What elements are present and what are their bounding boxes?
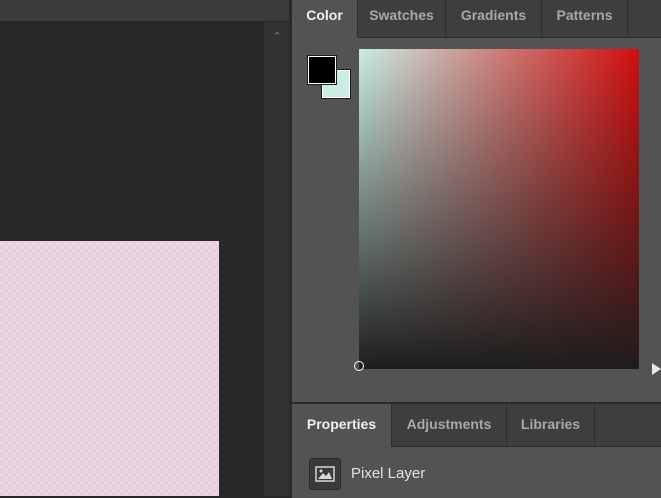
- color-panel: Color Swatches Gradients Patterns: [292, 0, 661, 402]
- tab-gradients[interactable]: Gradients: [446, 0, 542, 37]
- tab-properties[interactable]: Properties: [292, 404, 392, 447]
- color-picker-marker[interactable]: [354, 361, 364, 371]
- document-canvas[interactable]: [0, 241, 219, 496]
- chevron-up-icon[interactable]: ⌃: [264, 30, 290, 44]
- pixel-layer-icon: [309, 458, 341, 490]
- color-picker-field[interactable]: [359, 49, 639, 369]
- color-panel-tabbar: Color Swatches Gradients Patterns: [292, 0, 661, 38]
- foreground-color-swatch[interactable]: [307, 55, 337, 85]
- tab-patterns[interactable]: Patterns: [542, 0, 628, 37]
- image-icon: [315, 466, 335, 482]
- properties-panel: Properties Adjustments Libraries Pixel L…: [292, 402, 661, 498]
- tab-adjustments[interactable]: Adjustments: [392, 404, 507, 446]
- tab-color[interactable]: Color: [292, 0, 358, 38]
- tab-swatches[interactable]: Swatches: [358, 0, 446, 37]
- vertical-scrollbar[interactable]: ⌃: [263, 22, 290, 496]
- properties-panel-tabbar: Properties Adjustments Libraries: [292, 404, 661, 447]
- document-tab-strip: [0, 0, 289, 22]
- tab-libraries[interactable]: Libraries: [507, 404, 595, 446]
- hue-slider-handle[interactable]: [652, 363, 661, 375]
- canvas-workspace[interactable]: [0, 0, 289, 496]
- layer-type-label: Pixel Layer: [351, 465, 426, 482]
